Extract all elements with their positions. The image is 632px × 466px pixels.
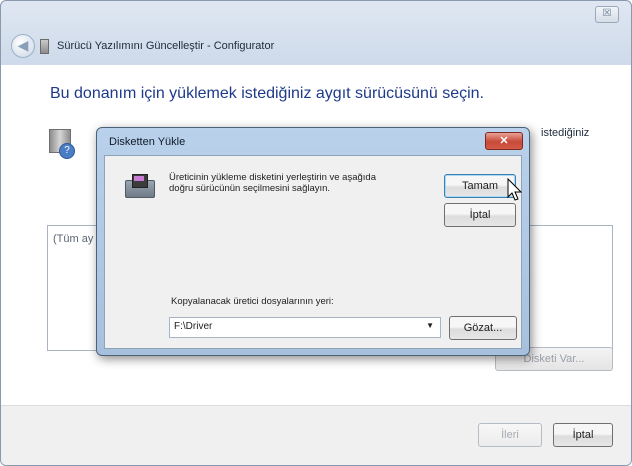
list-item[interactable]: (Tüm ay bbox=[53, 233, 93, 245]
question-badge-icon: ? bbox=[59, 143, 75, 159]
dialog-instruction: Üreticinin yükleme disketini yerleştirin… bbox=[169, 172, 376, 194]
dialog-title: Disketten Yükle bbox=[109, 136, 186, 148]
wizard-title-row: ◀ Sürücü Yazılımını Güncelleştir - Confi… bbox=[1, 29, 631, 63]
browse-button[interactable]: Gözat... bbox=[449, 316, 517, 340]
next-button[interactable]: İleri bbox=[478, 423, 542, 447]
wizard-footer: İleri İptal bbox=[1, 405, 631, 465]
dialog-body: Üreticinin yükleme disketini yerleştirin… bbox=[104, 155, 522, 349]
wizard-cancel-button[interactable]: İptal bbox=[553, 423, 613, 447]
dialog-close-button[interactable]: ✕ bbox=[485, 132, 523, 150]
install-from-disk-dialog: Disketten Yükle ✕ Üreticinin yükleme dis… bbox=[96, 127, 530, 356]
dialog-cancel-button[interactable]: İptal bbox=[444, 203, 516, 227]
ok-button[interactable]: Tamam bbox=[444, 174, 516, 198]
floppy-disk-icon bbox=[125, 174, 155, 198]
page-heading: Bu donanım için yüklemek istediğiniz ayg… bbox=[50, 85, 484, 102]
app-icon bbox=[40, 39, 49, 54]
location-label: Kopyalanacak üretici dosyalarının yeri: bbox=[171, 296, 334, 307]
location-value: F:\Driver bbox=[174, 321, 213, 332]
wizard-close-button[interactable]: ☒ bbox=[595, 6, 619, 23]
truncated-description: istediğiniz bbox=[541, 127, 590, 139]
back-arrow-icon[interactable]: ◀ bbox=[11, 34, 35, 58]
wizard-title: Sürücü Yazılımını Güncelleştir - Configu… bbox=[57, 40, 275, 52]
chevron-down-icon[interactable]: ▼ bbox=[426, 321, 434, 330]
location-combobox[interactable]: F:\Driver ▼ bbox=[169, 317, 441, 338]
